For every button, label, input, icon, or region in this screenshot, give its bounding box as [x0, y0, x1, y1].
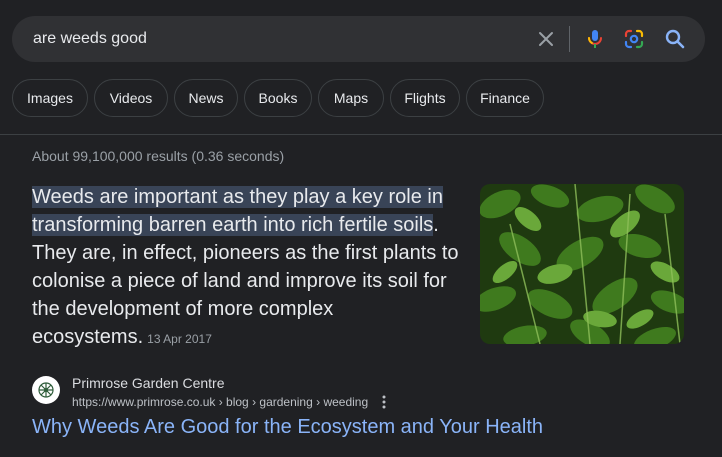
chip-books[interactable]: Books	[244, 79, 312, 117]
search-input[interactable]: are weeds good	[33, 16, 147, 62]
chip-flights[interactable]: Flights	[390, 79, 460, 117]
snippet-highlight: Weeds are important as they play a key r…	[32, 186, 443, 236]
result-stats: About 99,100,000 results (0.36 seconds)	[32, 148, 285, 164]
snippet-image[interactable]	[480, 184, 684, 344]
site-name: Primrose Garden Centre	[72, 375, 225, 391]
site-url-breadcrumb: https://www.primrose.co.uk › blog › gard…	[72, 395, 369, 409]
close-icon[interactable]	[534, 27, 558, 51]
chip-news[interactable]: News	[174, 79, 238, 117]
search-box-divider	[569, 26, 570, 52]
snippet-date: 13 Apr 2017	[147, 332, 212, 346]
featured-snippet-text: Weeds are important as they play a key r…	[32, 183, 460, 353]
search-box[interactable]: are weeds good	[12, 16, 705, 62]
result-title-link[interactable]: Why Weeds Are Good for the Ecosystem and…	[32, 416, 543, 439]
microphone-icon[interactable]	[583, 27, 607, 51]
header-divider	[0, 134, 722, 135]
chip-maps[interactable]: Maps	[318, 79, 384, 117]
search-icon[interactable]	[663, 27, 687, 51]
chip-videos[interactable]: Videos	[94, 79, 168, 117]
chip-finance[interactable]: Finance	[466, 79, 544, 117]
more-options-icon[interactable]	[378, 394, 390, 410]
google-lens-icon[interactable]	[622, 27, 646, 51]
site-favicon-icon	[32, 376, 60, 404]
chip-images[interactable]: Images	[12, 79, 88, 117]
